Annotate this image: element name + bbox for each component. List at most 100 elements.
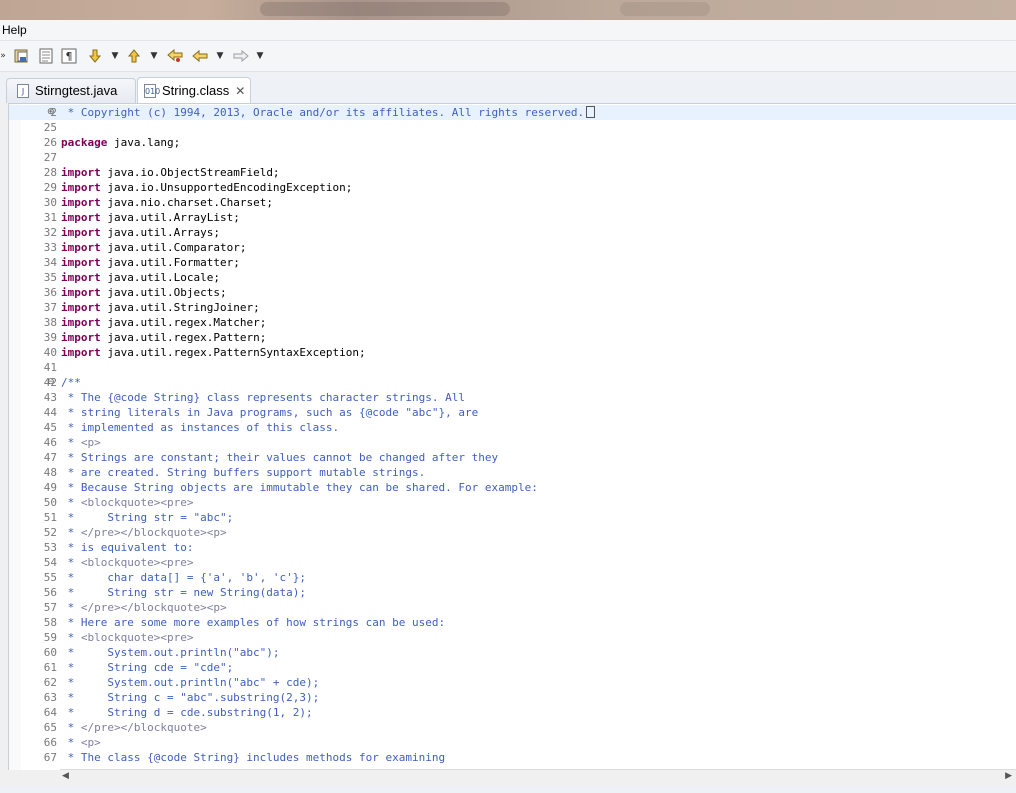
code-text: * <blockquote><pre> — [61, 631, 194, 644]
code-line[interactable]: 64 * String d = cde.substring(1, 2); — [9, 705, 1016, 720]
code-text: package java.lang; — [61, 136, 181, 149]
line-number: 53 — [43, 541, 57, 554]
code-line[interactable]: 32 import java.util.Arrays; — [9, 225, 1016, 240]
code-line[interactable]: 57 * </pre></blockquote><p> — [9, 600, 1016, 615]
title-blur — [260, 2, 510, 16]
line-number: 36 — [43, 286, 57, 299]
dropdown-icon[interactable]: ▼ — [148, 47, 160, 65]
dropdown-icon[interactable]: ▼ — [254, 47, 266, 65]
line-number: 50 — [43, 496, 57, 509]
line-number: 30 — [43, 196, 57, 209]
code-text: * System.out.println("abc" + cde); — [61, 676, 320, 689]
code-text: * <blockquote><pre> — [61, 556, 194, 569]
tab-stirngtest-java[interactable]: J Stirngtest.java — [6, 78, 136, 103]
code-line[interactable]: 29 import java.io.UnsupportedEncodingExce… — [9, 180, 1016, 195]
code-line[interactable]: 31 import java.util.ArrayList; — [9, 210, 1016, 225]
code-line[interactable]: 55 * char data[] = {'a', 'b', 'c'}; — [9, 570, 1016, 585]
code-line[interactable]: 44 * string literals in Java programs, s… — [9, 405, 1016, 420]
scroll-right-icon[interactable]: ▶ — [1005, 771, 1012, 781]
code-line[interactable]: 26 package java.lang; — [9, 135, 1016, 150]
code-text: * Because String objects are immutable t… — [61, 481, 538, 494]
code-line[interactable]: 51 * String str = "abc"; — [9, 510, 1016, 525]
code-line[interactable]: 50 * <blockquote><pre> — [9, 495, 1016, 510]
code-line[interactable]: 41 — [9, 360, 1016, 375]
code-line[interactable]: 39 import java.util.regex.Pattern; — [9, 330, 1016, 345]
code-line[interactable]: 43 * The {@code String} class represents… — [9, 390, 1016, 405]
code-line[interactable]: 28 import java.io.ObjectStreamField; — [9, 165, 1016, 180]
code-line[interactable]: 27 — [9, 150, 1016, 165]
code-line[interactable]: 56 * String str = new String(data); — [9, 585, 1016, 600]
code-text: import java.util.regex.PatternSyntaxExce… — [61, 346, 366, 359]
code-line[interactable]: 60 * System.out.println("abc"); — [9, 645, 1016, 660]
menu-help[interactable]: Help — [0, 20, 31, 40]
code-line[interactable]: 66 * <p> — [9, 735, 1016, 750]
code-line[interactable]: 53 * is equivalent to: — [9, 540, 1016, 555]
code-line[interactable]: 46 * <p> — [9, 435, 1016, 450]
expand-fold-icon[interactable]: ⊕ — [47, 105, 55, 120]
code-line[interactable]: 36 import java.util.Objects; — [9, 285, 1016, 300]
code-text: * <p> — [61, 436, 101, 449]
code-line[interactable]: 65 * </pre></blockquote> — [9, 720, 1016, 735]
java-file-icon: J — [17, 84, 29, 98]
code-text: import java.io.UnsupportedEncodingExcept… — [61, 181, 353, 194]
show-whitespace-icon[interactable] — [36, 47, 56, 65]
code-line[interactable]: 38 import java.util.regex.Matcher; — [9, 315, 1016, 330]
code-text: * </pre></blockquote><p> — [61, 601, 227, 614]
next-annotation-icon[interactable] — [85, 47, 105, 65]
dropdown-icon[interactable]: ▼ — [109, 47, 121, 65]
line-number: 66 — [43, 736, 57, 749]
collapse-fold-icon[interactable]: ⊖ — [47, 375, 55, 390]
code-text: import java.util.Locale; — [61, 271, 220, 284]
code-line[interactable]: 62 * System.out.println("abc" + cde); — [9, 675, 1016, 690]
code-line[interactable]: 45 * implemented as instances of this cl… — [9, 420, 1016, 435]
code-text: * are created. String buffers support mu… — [61, 466, 426, 479]
code-line[interactable]: 33 import java.util.Comparator; — [9, 240, 1016, 255]
code-line[interactable]: 54 * <blockquote><pre> — [9, 555, 1016, 570]
code-line[interactable]: 37 import java.util.StringJoiner; — [9, 300, 1016, 315]
code-line[interactable]: 59 * <blockquote><pre> — [9, 630, 1016, 645]
code-text: * String str = "abc"; — [61, 511, 234, 524]
line-number: 32 — [43, 226, 57, 239]
close-icon[interactable]: ✕ — [235, 79, 245, 103]
line-number: 38 — [43, 316, 57, 329]
code-text: * <blockquote><pre> — [61, 496, 194, 509]
code-line[interactable]: 42 ⊖/** — [9, 375, 1016, 390]
chevron-icon[interactable]: » — [0, 47, 8, 65]
pilcrow-icon[interactable]: ¶ — [59, 47, 79, 65]
forward-icon[interactable] — [230, 47, 252, 65]
line-number: 43 — [43, 391, 57, 404]
code-line[interactable]: 25 — [9, 120, 1016, 135]
save-all-icon[interactable] — [12, 47, 32, 65]
code-line[interactable]: 35 import java.util.Locale; — [9, 270, 1016, 285]
line-number: 33 — [43, 241, 57, 254]
last-edit-icon[interactable] — [164, 47, 186, 65]
code-line[interactable]: 58 * Here are some more examples of how … — [9, 615, 1016, 630]
back-icon[interactable] — [189, 47, 211, 65]
code-text: * <p> — [61, 736, 101, 749]
line-number: 25 — [43, 121, 57, 134]
code-line[interactable]: 30 import java.nio.charset.Charset; — [9, 195, 1016, 210]
tab-string-class[interactable]: 010 String.class ✕ — [137, 77, 251, 103]
code-line[interactable]: 67 * The class {@code String} includes m… — [9, 750, 1016, 765]
code-line[interactable]: 48 * are created. String buffers support… — [9, 465, 1016, 480]
horizontal-scrollbar[interactable]: ◀ ▶ — [60, 769, 1016, 787]
line-number: 34 — [43, 256, 57, 269]
line-number: 64 — [43, 706, 57, 719]
code-editor[interactable]: 2 ⊕ * Copyright (c) 1994, 2013, Oracle an… — [8, 103, 1016, 770]
code-text: * string literals in Java programs, such… — [61, 406, 479, 419]
dropdown-icon[interactable]: ▼ — [214, 47, 226, 65]
code-text: * The class {@code String} includes meth… — [61, 751, 446, 764]
code-line[interactable]: 63 * String c = "abc".substring(2,3); — [9, 690, 1016, 705]
code-line[interactable]: 52 * </pre></blockquote><p> — [9, 525, 1016, 540]
code-text: import java.util.Comparator; — [61, 241, 247, 254]
code-line[interactable]: 2 ⊕ * Copyright (c) 1994, 2013, Oracle an… — [9, 105, 1016, 120]
code-line[interactable]: 61 * String cde = "cde"; — [9, 660, 1016, 675]
line-number: 63 — [43, 691, 57, 704]
previous-annotation-icon[interactable] — [124, 47, 144, 65]
scroll-left-icon[interactable]: ◀ — [62, 771, 69, 781]
tab-label: String.class — [162, 82, 230, 98]
code-line[interactable]: 49 * Because String objects are immutabl… — [9, 480, 1016, 495]
code-line[interactable]: 40 import java.util.regex.PatternSyntaxEx… — [9, 345, 1016, 360]
code-line[interactable]: 34 import java.util.Formatter; — [9, 255, 1016, 270]
code-line[interactable]: 47 * Strings are constant; their values … — [9, 450, 1016, 465]
